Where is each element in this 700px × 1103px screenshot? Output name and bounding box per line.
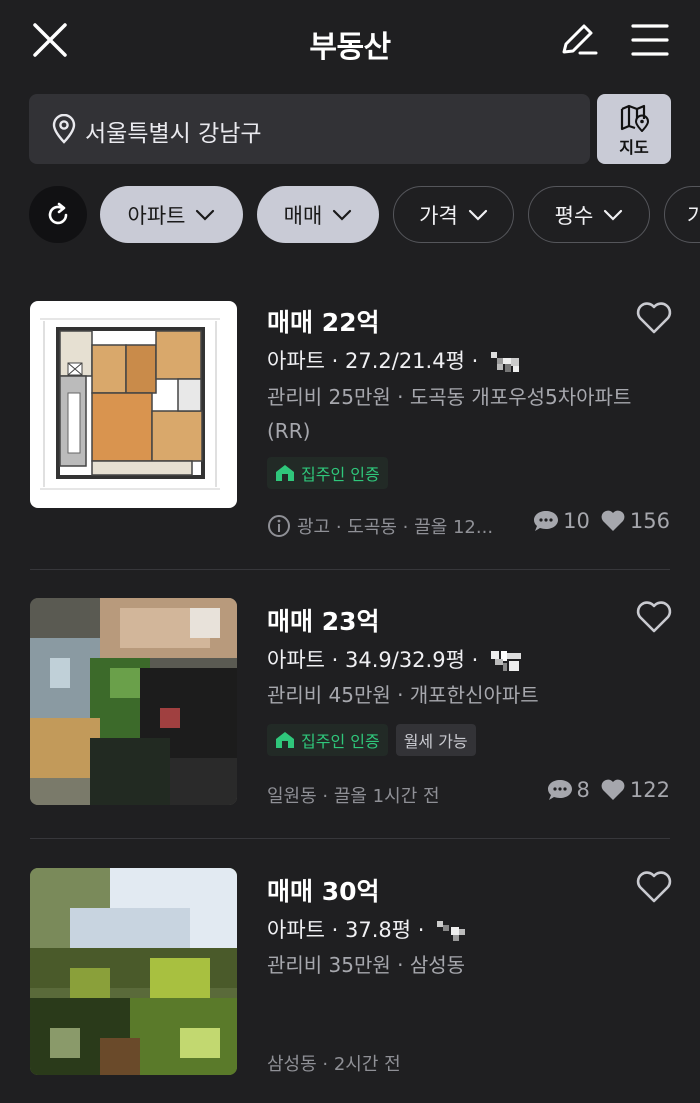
chevron-down-icon <box>468 209 487 221</box>
favorite-button[interactable] <box>636 870 672 904</box>
filter-chip-price[interactable]: 가격 <box>393 186 514 243</box>
filter-chip-area[interactable]: 평수 <box>528 186 650 243</box>
map-icon <box>619 104 650 133</box>
listing-type-size-text: 아파트 · 34.9/32.9평 · <box>267 648 479 672</box>
floor-plan-image <box>30 301 237 508</box>
filter-chip-sale[interactable]: 매매 <box>257 186 379 243</box>
listing-meta: 일원동 · 끌올 1시간 전 <box>267 782 440 808</box>
listing-type-size: 아파트 · 37.8평 · <box>267 914 467 944</box>
favorite-button[interactable] <box>636 301 672 335</box>
badge-row: 집주인 인증 월세 가능 <box>267 724 476 756</box>
filter-chip-apartment[interactable]: 아파트 <box>100 186 243 243</box>
listing-price: 매매 22억 <box>267 308 380 337</box>
info-icon[interactable] <box>267 514 291 538</box>
owner-verified-badge: 집주인 인증 <box>267 457 388 489</box>
listing-meta-text: 삼성동 · 2시간 전 <box>267 1054 401 1075</box>
listing-item[interactable]: 매매 30억 아파트 · 37.8평 · 관리비 35만원 · 삼성동 삼성동 … <box>0 868 700 1103</box>
listing-stats: 8 122 <box>541 778 670 802</box>
listing-type-size: 아파트 · 34.9/32.9평 · <box>267 644 521 674</box>
filter-chip-label: 아파트 <box>127 203 186 228</box>
listing-meta: 삼성동 · 2시간 전 <box>267 1050 401 1076</box>
divider <box>30 569 670 570</box>
filter-bar: 아파트 매매 가격 평수 가 <box>0 186 700 244</box>
search-value: 서울특별시 강남구 <box>85 121 262 147</box>
favorite-button[interactable] <box>636 600 672 634</box>
filter-chip-label: 가격 <box>419 203 458 228</box>
filter-chip-label: 매매 <box>283 203 323 228</box>
map-button[interactable]: 지도 <box>597 94 671 164</box>
listing-photo-pixelated <box>30 868 237 1075</box>
menu-icon[interactable] <box>630 20 670 60</box>
chevron-down-icon <box>604 209 623 221</box>
house-icon <box>276 732 294 748</box>
comment-count: 10 <box>563 509 590 533</box>
listing-price: 매매 30억 <box>267 877 380 906</box>
pixelated-floor-icon <box>437 921 467 941</box>
comment-icon <box>547 780 572 800</box>
listing-price: 매매 23억 <box>267 607 380 636</box>
location-search-field[interactable]: 서울특별시 강남구 <box>29 94 590 164</box>
app-header: 부동산 <box>0 0 700 82</box>
listing-meta: 광고 · 도곡동 · 끌올 12... <box>267 513 493 539</box>
monthly-rent-badge: 월세 가능 <box>395 724 476 756</box>
filter-chip-more[interactable]: 가 <box>664 186 700 243</box>
refresh-button[interactable] <box>29 186 87 243</box>
badge-row: 집주인 인증 <box>267 457 388 489</box>
listing-photo-pixelated <box>30 598 237 805</box>
map-button-label: 지도 <box>619 138 649 157</box>
pixelated-floor-icon <box>490 651 521 671</box>
listing-description: 관리비 25만원 · 도곡동 개포우성5차아파트(RR) <box>267 385 632 443</box>
chevron-down-icon <box>196 209 215 221</box>
comment-icon <box>534 511 559 531</box>
heart-outline-icon <box>636 871 672 903</box>
chevron-down-icon <box>333 209 352 221</box>
owner-verified-badge: 집주인 인증 <box>267 724 388 756</box>
comment-count: 8 <box>576 778 590 802</box>
listing-description: 관리비 35만원 · 삼성동 <box>267 953 466 977</box>
listing-meta-text: 일원동 · 끌올 1시간 전 <box>267 786 440 807</box>
listing-item[interactable]: 매매 22억 아파트 · 27.2/21.4평 · 관리비 25만원 · 도곡동… <box>0 301 700 571</box>
heart-outline-icon <box>636 302 672 334</box>
listing-type-size-text: 아파트 · 37.8평 · <box>267 918 425 942</box>
listing-item[interactable]: 매매 23억 아파트 · 34.9/32.9평 · 관리비 45만원 · 개포한… <box>0 598 700 843</box>
listing-type-size-text: 아파트 · 27.2/21.4평 · <box>267 349 479 373</box>
badge-label: 집주인 인증 <box>301 465 380 484</box>
badge-label: 집주인 인증 <box>301 732 380 751</box>
divider <box>30 838 670 839</box>
heart-outline-icon <box>636 601 672 633</box>
heart-filled-icon <box>601 510 625 531</box>
listing-meta-text: 광고 · 도곡동 · 끌올 12... <box>297 517 494 538</box>
edit-icon[interactable] <box>556 18 600 62</box>
house-icon <box>276 465 294 481</box>
listing-type-size: 아파트 · 27.2/21.4평 · <box>267 345 521 375</box>
listing-stats: 10 156 <box>527 509 670 533</box>
listing-description: 관리비 45만원 · 개포한신아파트 <box>267 683 539 707</box>
refresh-icon <box>48 202 68 225</box>
filter-chip-label: 가 <box>687 203 700 228</box>
badge-label: 월세 가능 <box>403 732 468 751</box>
location-pin-icon <box>51 113 77 144</box>
heart-filled-icon <box>601 779 625 800</box>
like-count: 122 <box>629 778 670 802</box>
like-count: 156 <box>629 509 670 533</box>
pixelated-floor-icon <box>490 352 521 372</box>
filter-chip-label: 평수 <box>554 203 594 228</box>
